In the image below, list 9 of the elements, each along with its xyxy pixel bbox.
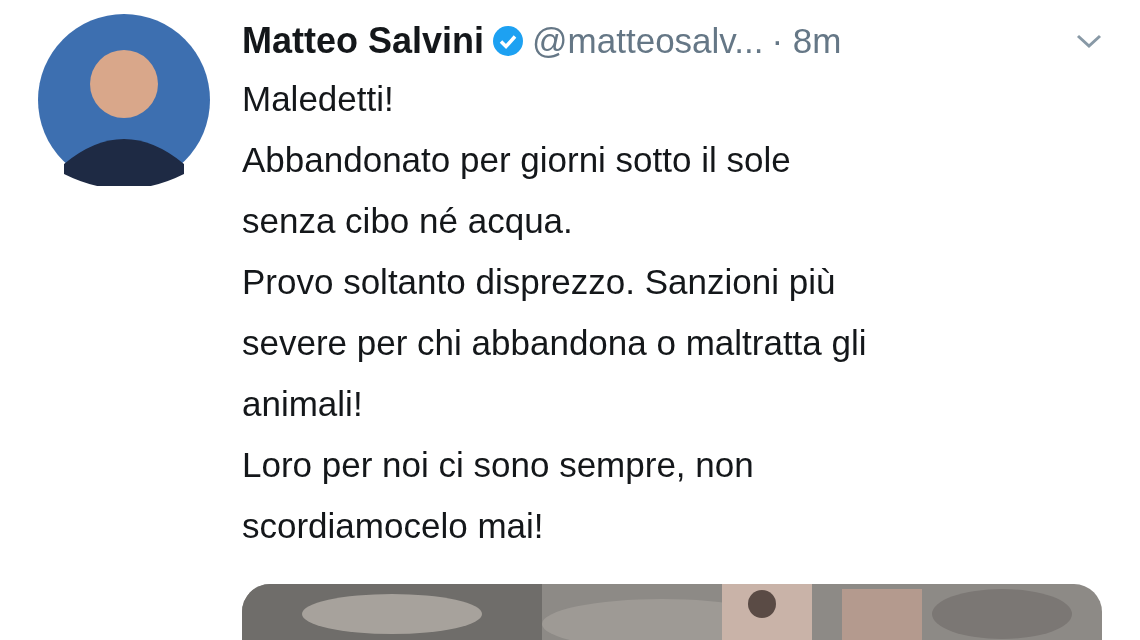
avatar[interactable]: [38, 14, 210, 186]
tweet-paragraph: Abbandonato per giorni sotto il sole senza cibo né acqua.: [242, 139, 792, 242]
author-name[interactable]: Matteo Salvini: [242, 14, 485, 68]
tweet-paragraph: Provo soltanto disprezzo. Sanzioni più severe per chi abbandona o maltratta gli animali!: [242, 261, 868, 425]
tweet-paragraph: Maledetti!: [242, 78, 395, 120]
chevron-down-icon[interactable]: [1076, 33, 1102, 49]
tweet-paragraph: Loro per noi ci sono sempre, non scordiamocelo mai!: [242, 444, 755, 547]
user-handle: @matteosalv...: [532, 19, 764, 62]
post-time: · 8m: [771, 19, 842, 62]
